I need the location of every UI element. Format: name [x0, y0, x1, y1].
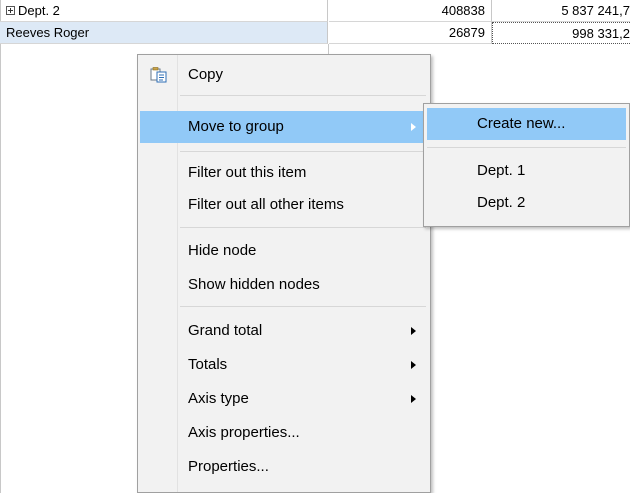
table-row[interactable]: Reeves Roger 26879 998 331,2: [0, 22, 630, 44]
menu-item-grand-total[interactable]: Grand total: [140, 315, 428, 347]
menu-item-label: Show hidden nodes: [188, 276, 320, 293]
menu-item-label: Dept. 2: [477, 194, 526, 211]
menu-item-label: Move to group: [188, 118, 284, 135]
value-cell[interactable]: 998 331,2: [492, 22, 630, 44]
menu-separator: [427, 147, 626, 148]
submenu-item-dept-2[interactable]: Dept. 2: [427, 187, 626, 219]
submenu-arrow-icon: [411, 395, 416, 403]
menu-item-hide-node[interactable]: Hide node: [140, 235, 428, 267]
menu-item-filter-out-others[interactable]: Filter out all other items: [140, 189, 428, 221]
menu-item-properties[interactable]: Properties...: [140, 451, 428, 483]
submenu-item-dept-1[interactable]: Dept. 1: [427, 155, 626, 187]
submenu-arrow-icon: [411, 361, 416, 369]
menu-item-label: Hide node: [188, 242, 257, 259]
menu-item-label: Filter out all other items: [188, 196, 344, 213]
row-header-cell[interactable]: Dept. 2: [0, 0, 328, 22]
grid-border: [0, 0, 1, 493]
menu-item-label: Totals: [188, 356, 228, 373]
menu-separator: [180, 95, 426, 96]
expand-collapse-icon[interactable]: [6, 6, 15, 16]
table-row[interactable]: Dept. 2 408838 5 837 241,7: [0, 0, 630, 22]
menu-item-move-to-group[interactable]: Move to group: [140, 111, 428, 143]
move-to-group-submenu: Create new... Dept. 1 Dept. 2: [423, 103, 630, 227]
menu-item-axis-properties[interactable]: Axis properties...: [140, 417, 428, 449]
menu-item-label: Grand total: [188, 322, 263, 339]
menu-item-label: Dept. 1: [477, 162, 526, 179]
menu-item-label: Axis properties...: [188, 424, 300, 441]
menu-item-filter-out-item[interactable]: Filter out this item: [140, 157, 428, 189]
value-cell[interactable]: 408838: [329, 0, 492, 22]
menu-item-copy[interactable]: Copy: [140, 59, 428, 91]
row-header-cell[interactable]: Reeves Roger: [0, 22, 328, 44]
menu-separator: [180, 151, 426, 152]
menu-item-label: Properties...: [188, 458, 269, 475]
row-label: Dept. 2: [18, 3, 60, 18]
copy-icon: [150, 67, 167, 83]
menu-item-totals[interactable]: Totals: [140, 349, 428, 381]
menu-item-label: Filter out this item: [188, 164, 307, 181]
submenu-arrow-icon: [411, 327, 416, 335]
menu-item-show-hidden-nodes[interactable]: Show hidden nodes: [140, 269, 428, 301]
submenu-item-create-new[interactable]: Create new...: [427, 108, 626, 140]
menu-item-label: Create new...: [477, 115, 566, 132]
menu-item-label: Copy: [188, 66, 224, 83]
menu-item-axis-type[interactable]: Axis type: [140, 383, 428, 415]
value-cell[interactable]: 5 837 241,7: [492, 0, 630, 22]
menu-item-label: Axis type: [188, 390, 249, 407]
menu-separator: [180, 227, 426, 228]
value-cell[interactable]: 26879: [329, 22, 492, 44]
context-menu: Copy Move to group Filter out this item …: [137, 54, 431, 493]
menu-separator: [180, 306, 426, 307]
submenu-arrow-icon: [411, 123, 416, 131]
